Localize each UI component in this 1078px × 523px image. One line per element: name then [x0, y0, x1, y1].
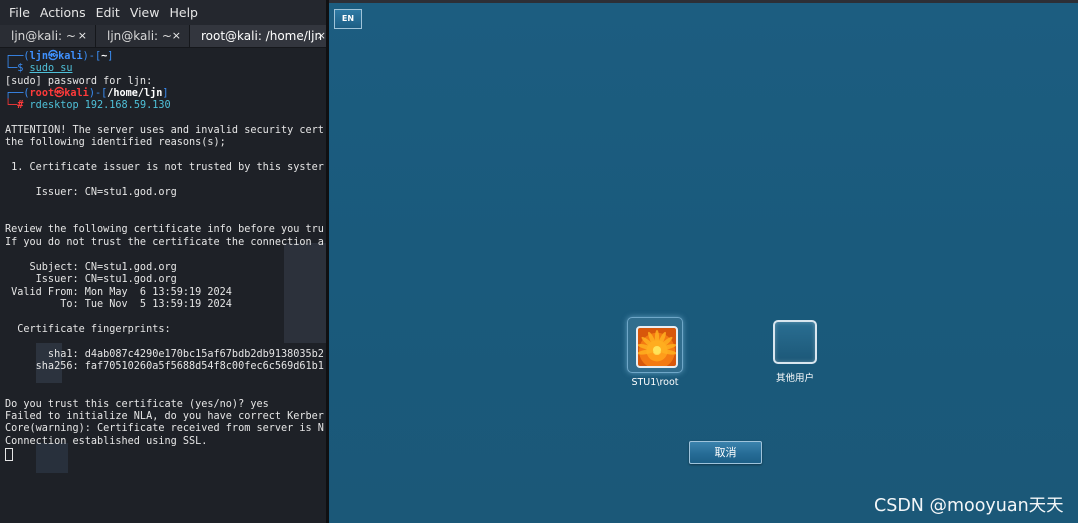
tab-bar: ljn@kali: ~ × ljn@kali: ~ × root@kali: /… — [0, 25, 329, 48]
output-line: Valid From: Mon May 6 13:59:19 2024 — [5, 287, 232, 298]
menu-actions[interactable]: Actions — [35, 0, 91, 25]
language-button[interactable]: EN — [334, 9, 362, 29]
menu-view[interactable]: View — [125, 0, 165, 25]
close-icon[interactable]: × — [78, 25, 87, 47]
user-tile-other[interactable]: 其他用户 — [765, 320, 825, 384]
tab-label: ljn@kali: ~ — [107, 29, 172, 43]
tab-ljn-2[interactable]: ljn@kali: ~ × — [96, 25, 190, 47]
menubar: File Actions Edit View Help — [0, 0, 329, 25]
user-tile-root[interactable]: STU1\root — [625, 317, 685, 388]
output-line: If you do not trust the certificate the … — [5, 237, 324, 248]
output-line: [sudo] password for ljn: — [5, 76, 153, 87]
command-line: └─$ sudo su — [5, 63, 73, 74]
prompt-line: ┌──(root㉿kali)-[/home/ljn] — [5, 88, 169, 99]
watermark: CSDN @mooyuan天天 — [874, 496, 1064, 516]
menu-edit[interactable]: Edit — [91, 0, 125, 25]
tab-root[interactable]: root@kali: /home/ljn × — [190, 25, 329, 47]
close-icon[interactable]: × — [317, 25, 326, 47]
blank-user-icon — [773, 320, 817, 364]
output-line: ATTENTION! The server uses and invalid s… — [5, 125, 324, 136]
flower-avatar-icon — [636, 326, 678, 368]
output-line: Review the following certificate info be… — [5, 224, 324, 235]
output-line: Issuer: CN=stu1.god.org — [5, 187, 177, 198]
tab-label: ljn@kali: ~ — [11, 29, 76, 43]
user-tile-label: STU1\root — [631, 377, 679, 388]
close-icon[interactable]: × — [172, 25, 181, 47]
output-line: sha1: d4ab087c4290e170bc15af67bdb2db9138… — [5, 349, 324, 360]
menu-help[interactable]: Help — [164, 0, 203, 25]
output-line: Connection established using SSL. — [5, 436, 208, 447]
tab-ljn-1[interactable]: ljn@kali: ~ × — [0, 25, 96, 47]
tab-label: root@kali: /home/ljn — [201, 29, 323, 43]
terminal-cursor-line — [5, 448, 13, 463]
output-line: To: Tue Nov 5 13:59:19 2024 — [5, 299, 232, 310]
command-line: └─# rdesktop 192.168.59.130 — [5, 100, 171, 111]
output-line: 1. Certificate issuer is not trusted by … — [5, 162, 324, 173]
output-line: Failed to initialize NLA, do you have co… — [5, 411, 324, 422]
output-line: Certificate fingerprints: — [5, 324, 171, 335]
rdesktop-session[interactable]: EN STU1\root 其他用户 取消 — [329, 0, 1078, 523]
window-border — [329, 0, 1078, 3]
prompt-line: ┌──(ljn㉿kali)-[~] — [5, 51, 114, 62]
output-line: the following identified reasons(s); — [5, 137, 226, 148]
terminal-window: File Actions Edit View Help ljn@kali: ~ … — [0, 0, 329, 523]
cursor — [5, 448, 13, 461]
output-line: Issuer: CN=stu1.god.org — [5, 274, 177, 285]
output-line: Core(warning): Certificate received from… — [5, 423, 324, 434]
background-artwork — [284, 243, 329, 343]
output-line: sha256: faf70510260a5f5688d54f8c00fec6c5… — [5, 361, 324, 372]
output-line: Do you trust this certificate (yes/no)? … — [5, 399, 269, 410]
cancel-button[interactable]: 取消 — [689, 441, 762, 464]
terminal-output[interactable]: ┌──(ljn㉿kali)-[~] └─$ sudo su [sudo] pas… — [0, 48, 329, 523]
user-tile-label: 其他用户 — [775, 373, 814, 384]
output-line: Subject: CN=stu1.god.org — [5, 262, 177, 273]
menu-file[interactable]: File — [0, 0, 35, 25]
user-tile-frame — [627, 317, 683, 373]
